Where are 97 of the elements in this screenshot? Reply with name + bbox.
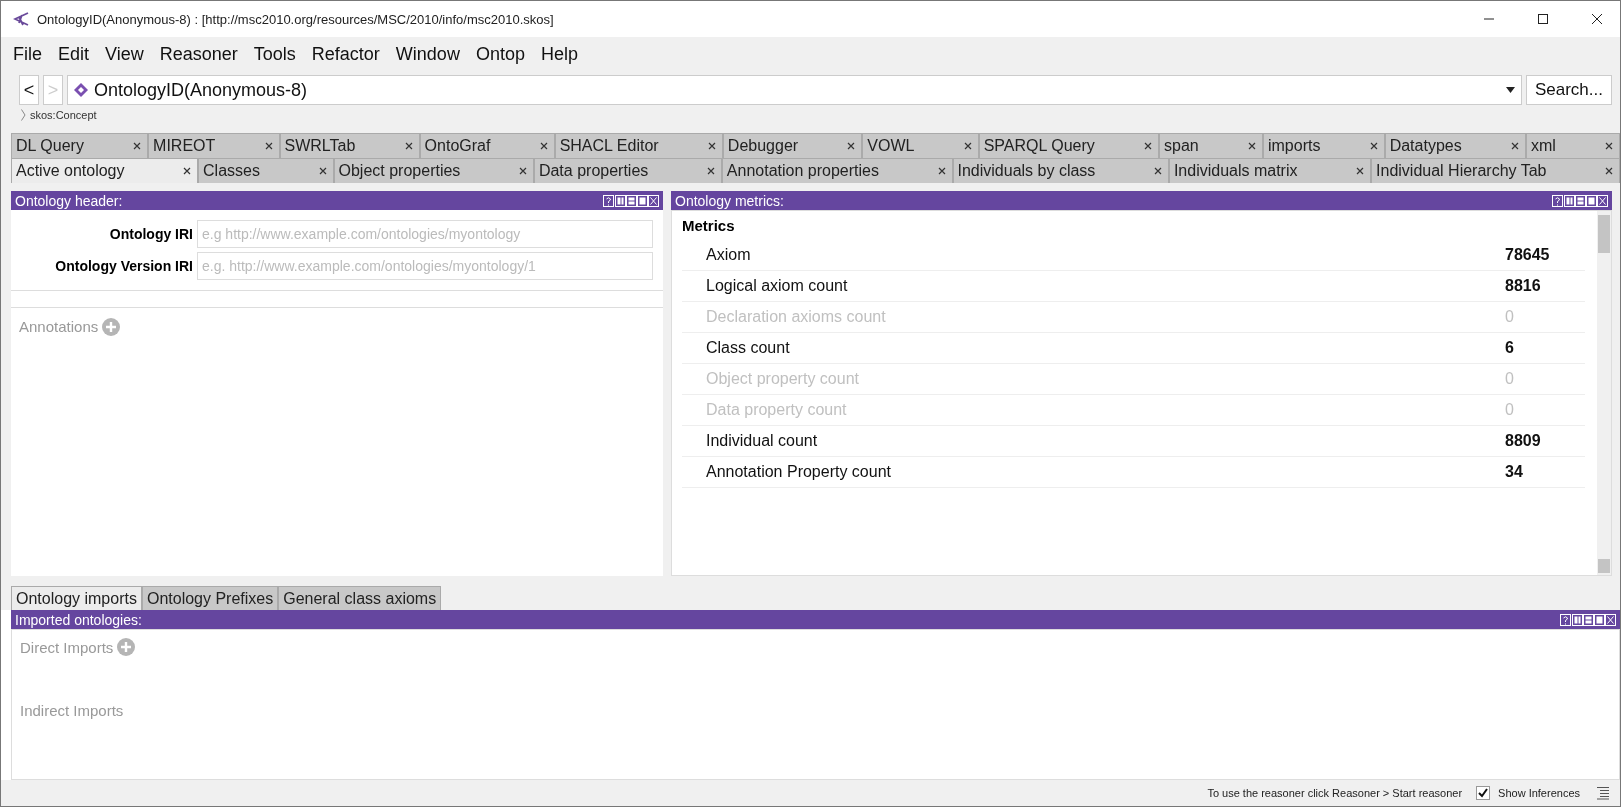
metric-value: 0 [1505,308,1515,326]
tab[interactable]: OntoGraf [419,133,555,158]
annotations-label: Annotations [19,318,99,336]
close-icon[interactable] [318,167,327,175]
menu-item[interactable]: Refactor [303,43,388,65]
metric-value: 0 [1505,401,1515,419]
tab[interactable]: Active ontology [11,158,199,183]
close-icon[interactable] [1591,13,1603,25]
tab[interactable]: Ontology Prefixes [141,586,279,610]
tab[interactable]: VOWL [862,133,979,158]
status-message: To use the reasoner click Reasoner > Start reasoner [1207,787,1463,799]
checkbox-label: Show Inferences [1498,787,1580,799]
tab[interactable]: Individuals by class [952,158,1169,183]
tab[interactable]: Annotation properties [721,158,953,183]
breadcrumb[interactable]: skos:Concept [30,109,97,121]
field-label: Ontology IRI [108,226,193,242]
list-icon[interactable] [1596,786,1610,800]
view-controls-icon[interactable] [1552,194,1608,207]
search-button[interactable]: Search... [1525,75,1612,105]
tab[interactable]: DL Query [11,133,149,158]
metric-name: Class count [706,339,790,357]
tab[interactable]: General class axioms [278,586,442,610]
close-icon[interactable] [1248,142,1256,150]
menu-item[interactable]: Tools [245,43,304,65]
close-icon[interactable] [847,142,856,150]
menu-item[interactable]: Ontop [467,43,533,65]
metric-value: 0 [1505,370,1515,388]
window-title: OntologyID(Anonymous-8) : [http://msc2010.org/resources/MSC/2010/info/msc2010.skos] [37,11,555,27]
metric-value: 8816 [1505,277,1542,295]
tab[interactable]: Individual Hierarchy Tab [1371,158,1620,183]
menu-item[interactable]: Edit [50,43,98,65]
close-icon[interactable] [1605,167,1614,175]
menu-item[interactable]: Reasoner [151,43,246,65]
indirect-imports-label: Indirect Imports [20,702,125,719]
panel-header: Ontology header: [11,191,663,210]
tab[interactable]: xml [1525,133,1620,158]
menu-item[interactable]: File [5,43,50,65]
metric-name: Axiom [706,246,751,264]
metric-name: Logical axiom count [706,277,848,295]
iri-field[interactable]: e.g. http://www.example.com/ontologies/myontology/1 [197,252,653,280]
metric-name: Object property count [706,370,859,388]
ontology-icon [74,83,88,97]
tab[interactable]: Data properties [533,158,722,183]
tab[interactable]: Debugger [722,133,863,158]
tab[interactable]: MIREOT [148,133,280,158]
close-icon[interactable] [707,142,716,150]
close-icon[interactable] [1510,142,1519,150]
close-icon[interactable] [1144,142,1153,150]
tab[interactable]: SPARQL Query [978,133,1160,158]
dropdown-caret-icon[interactable] [1505,87,1515,93]
app-icon [13,12,29,26]
menu-item[interactable]: Window [387,43,468,65]
close-icon[interactable] [706,167,715,175]
chevron-icon [21,109,26,121]
view-controls-icon[interactable] [1560,613,1616,626]
close-icon[interactable] [1605,142,1614,150]
tab[interactable]: SHACL Editor [554,133,723,158]
metric-value: 34 [1505,463,1524,481]
metrics-heading: Metrics [682,217,736,234]
close-icon[interactable] [404,142,413,150]
tab[interactable]: SWRLTab [279,133,420,158]
metric-value: 6 [1505,339,1515,357]
close-icon[interactable] [264,142,273,150]
close-icon[interactable] [1153,167,1162,175]
metric-name: Annotation Property count [706,463,891,481]
view-controls-icon[interactable] [603,194,659,207]
metric-name: Individual count [706,432,818,450]
panel-header: Ontology metrics: [671,191,1612,210]
field-label: Ontology Version IRI [54,258,193,274]
tab[interactable]: Object properties [333,158,534,183]
tab[interactable]: imports [1263,133,1385,158]
metric-name: Data property count [706,401,847,419]
tab[interactable]: Classes [198,158,334,183]
panel-header: Imported ontologies: [11,610,1620,629]
close-icon[interactable] [1369,142,1378,150]
tab[interactable]: Ontology imports [11,586,142,610]
direct-imports-label: Direct Imports [20,638,114,656]
scrollbar[interactable] [1597,211,1611,575]
close-icon[interactable] [1356,167,1365,175]
close-icon[interactable] [183,167,192,175]
tab[interactable]: Datatypes [1384,133,1526,158]
close-icon[interactable] [937,167,946,175]
entity-field[interactable]: OntologyID(Anonymous-8) [67,75,1522,105]
back-button[interactable]: < [19,75,39,105]
menu-item[interactable]: Help [532,43,586,65]
tab[interactable]: span [1159,133,1263,158]
maximize-icon[interactable] [1537,13,1549,25]
metric-value: 8809 [1505,432,1542,450]
iri-field[interactable]: e.g http://www.example.com/ontologies/myontology [197,220,653,248]
checkbox[interactable] [1476,786,1491,800]
tab[interactable]: Individuals matrix [1168,158,1372,183]
close-icon[interactable] [518,167,527,175]
close-icon[interactable] [133,142,142,150]
metric-name: Declaration axioms count [706,308,886,326]
menu-item[interactable]: View [97,43,152,65]
close-icon[interactable] [539,142,548,150]
close-icon[interactable] [963,142,972,150]
